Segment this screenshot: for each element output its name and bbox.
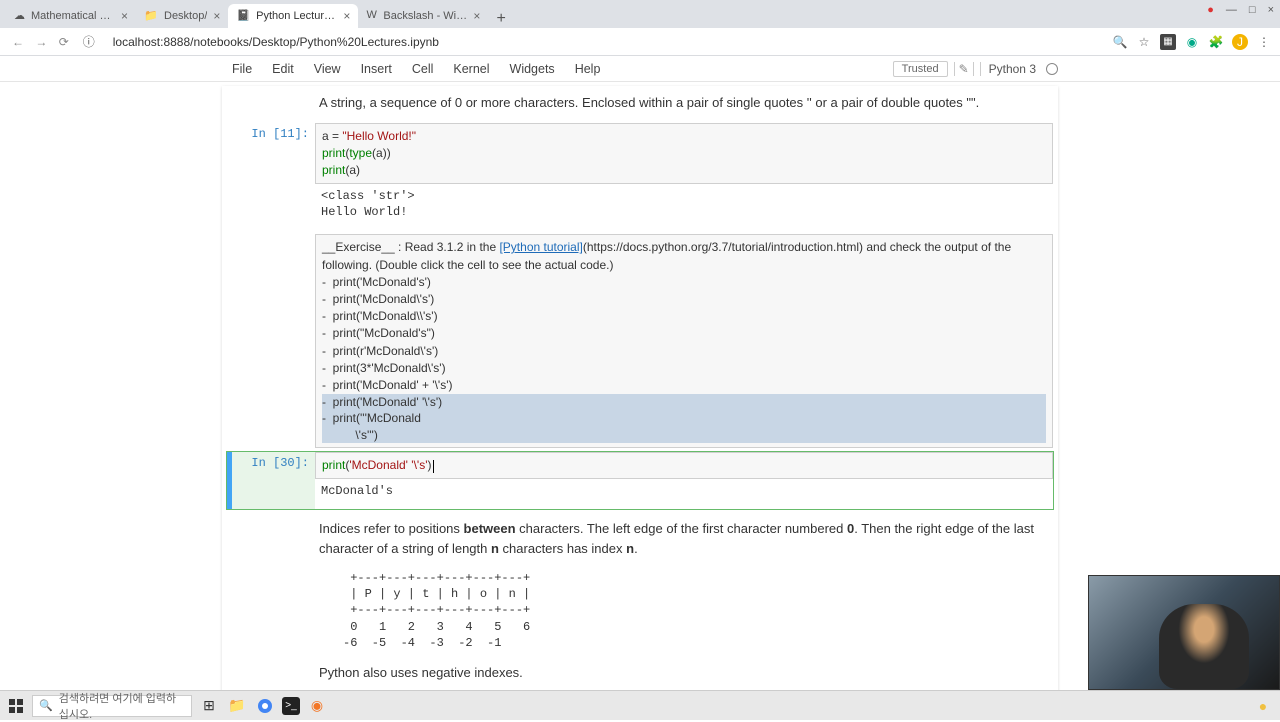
close-icon[interactable]: × <box>213 9 220 23</box>
taskbar: 🔍 검색하려면 여기에 입력하십시오. ⊞ 📁 >_ ◉ ● <box>0 690 1280 720</box>
code-output: <class 'str'> Hello World! <box>315 184 1053 224</box>
browser-tab[interactable]: ☁ Mathematical Foundations of D × <box>6 4 136 28</box>
url-bar: ← → ⟳ ⓘ 🔍 ☆ ▦ ◉ 🧩 J ⋮ <box>0 28 1280 56</box>
chrome-icon[interactable] <box>254 695 276 717</box>
close-button[interactable]: × <box>1268 4 1274 16</box>
search-icon: 🔍 <box>39 699 53 712</box>
cell-prompt: In [30]: <box>227 452 315 509</box>
code-output: McDonald's <box>315 479 1053 503</box>
close-icon[interactable]: × <box>121 9 128 23</box>
tab-title: Python Lectures - Jupyter Note <box>256 10 337 22</box>
menu-icon[interactable]: ⋮ <box>1256 34 1272 50</box>
back-button[interactable]: ← <box>8 35 28 49</box>
minimize-button[interactable]: — <box>1226 4 1237 16</box>
trusted-badge[interactable]: Trusted <box>893 61 948 77</box>
maximize-button[interactable]: □ <box>1249 4 1256 16</box>
reload-button[interactable]: ⟳ <box>55 35 73 49</box>
kernel-name[interactable]: Python 3 <box>980 62 1036 76</box>
menu-file[interactable]: File <box>222 62 262 76</box>
extension-icon[interactable]: 🧩 <box>1208 34 1224 50</box>
ascii-diagram: +---+---+---+---+---+---+ | P | y | t | … <box>343 570 1049 651</box>
cell-prompt <box>227 234 315 447</box>
extension-icon[interactable]: ▦ <box>1160 34 1176 50</box>
browser-tabs: ☁ Mathematical Foundations of D × 📁 Desk… <box>0 0 1280 28</box>
nav-arrows: ← → ⟳ <box>8 35 73 49</box>
tab-title: Backslash - Wikipedia <box>383 10 467 22</box>
markdown-cell[interactable]: Indices refer to positions between chara… <box>226 512 1054 700</box>
raw-cell[interactable]: __Exercise__ : Read 3.1.2 in the [Python… <box>226 233 1054 448</box>
jupyter-menubar: File Edit View Insert Cell Kernel Widget… <box>0 56 1280 82</box>
wikipedia-icon: W <box>366 9 377 23</box>
code-cell-selected[interactable]: In [30]: print('McDonald' '\'s') McDonal… <box>226 451 1054 510</box>
close-icon[interactable]: × <box>343 9 350 23</box>
menu-insert[interactable]: Insert <box>351 62 402 76</box>
edit-icon[interactable]: ✎ <box>954 62 974 76</box>
markdown-cell[interactable]: A string, a sequence of 0 or more charac… <box>226 92 1054 120</box>
taskbar-search[interactable]: 🔍 검색하려면 여기에 입력하십시오. <box>32 695 192 717</box>
close-icon[interactable]: × <box>473 9 480 23</box>
url-input[interactable] <box>105 32 1102 52</box>
notebook: A string, a sequence of 0 or more charac… <box>222 86 1058 700</box>
raw-input[interactable]: __Exercise__ : Read 3.1.2 in the [Python… <box>315 234 1053 447</box>
cloud-icon: ☁ <box>14 9 25 23</box>
code-input[interactable]: print('McDonald' '\'s') <box>315 452 1053 479</box>
cell-prompt: In [11]: <box>227 123 315 231</box>
menu-view[interactable]: View <box>304 62 351 76</box>
tab-title: Desktop/ <box>164 10 207 22</box>
menu-widgets[interactable]: Widgets <box>500 62 565 76</box>
cell-prompt <box>227 93 315 119</box>
forward-button[interactable]: → <box>31 35 51 49</box>
code-cell[interactable]: In [11]: a = "Hello World!" print(type(a… <box>226 122 1054 232</box>
text-caret <box>433 460 434 473</box>
record-icon[interactable]: ● <box>1207 4 1214 16</box>
search-placeholder: 검색하려면 여기에 입력하십시오. <box>59 690 185 722</box>
browser-tab[interactable]: 📁 Desktop/ × <box>136 4 228 28</box>
menu-cell[interactable]: Cell <box>402 62 444 76</box>
markdown-text: Indices refer to positions between chara… <box>315 513 1053 700</box>
task-view-button[interactable]: ⊞ <box>198 695 220 717</box>
code-input[interactable]: a = "Hello World!" print(type(a)) print(… <box>315 123 1053 185</box>
browser-tab-active[interactable]: 📓 Python Lectures - Jupyter Note × <box>228 4 358 28</box>
cell-prompt <box>227 513 315 700</box>
star-icon[interactable]: ☆ <box>1136 34 1152 50</box>
start-button[interactable] <box>6 696 26 716</box>
jupyter-icon[interactable]: ◉ <box>306 695 328 717</box>
folder-icon: 📁 <box>144 9 158 23</box>
tray-icon[interactable]: ● <box>1252 695 1274 717</box>
window-controls: ● — □ × <box>1207 4 1274 16</box>
new-tab-button[interactable]: + <box>488 10 513 28</box>
notebook-icon: 📓 <box>236 9 250 23</box>
explorer-icon[interactable]: 📁 <box>226 695 248 717</box>
browser-tab[interactable]: W Backslash - Wikipedia × <box>358 4 488 28</box>
menu-kernel[interactable]: Kernel <box>443 62 499 76</box>
site-info-icon[interactable]: ⓘ <box>83 33 95 50</box>
webcam-overlay <box>1088 575 1280 690</box>
kernel-indicator-icon <box>1046 63 1058 75</box>
tutorial-link[interactable]: [Python tutorial] <box>499 240 582 254</box>
text-selection: - print('McDonald' '\'s') - print('''McD… <box>322 394 1046 443</box>
profile-avatar[interactable]: J <box>1232 34 1248 50</box>
menu-help[interactable]: Help <box>565 62 611 76</box>
tab-title: Mathematical Foundations of D <box>31 10 115 22</box>
extension-icon[interactable]: ◉ <box>1184 34 1200 50</box>
zoom-icon[interactable]: 🔍 <box>1112 34 1128 50</box>
menu-edit[interactable]: Edit <box>262 62 304 76</box>
markdown-text: A string, a sequence of 0 or more charac… <box>315 93 1053 119</box>
terminal-icon[interactable]: >_ <box>282 697 300 715</box>
